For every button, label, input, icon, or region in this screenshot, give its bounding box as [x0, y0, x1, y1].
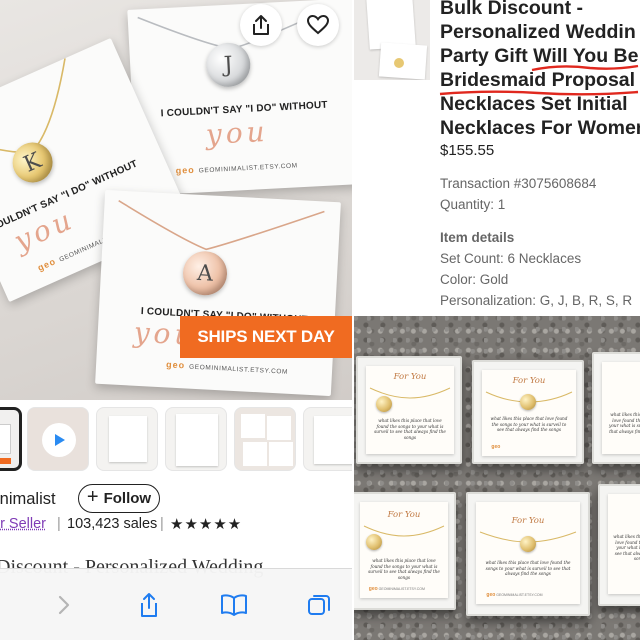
thumbnail-video[interactable] — [27, 407, 89, 471]
gift-card: For You what likes this place that love … — [476, 502, 580, 604]
gift-box: For You what likes this place that love … — [466, 492, 590, 616]
gift-box: what likes this place that love found th… — [592, 352, 640, 464]
pendant — [520, 536, 536, 552]
detail-color: Color: Gold — [440, 272, 509, 287]
sales-count: 103,423 sales — [67, 516, 158, 532]
gift-box-photo[interactable]: For You what likes this place that love … — [354, 316, 640, 640]
brand-url: GEOMINIMALIST.ETSY.COM — [496, 593, 543, 597]
product-card-a: A I COULDN'T SAY "I DO" WITHOUT you geoG… — [95, 189, 341, 397]
gift-card: For You what likes this place that love … — [360, 502, 448, 598]
bookmarks-icon — [221, 594, 247, 616]
brand-mark: geo — [165, 359, 186, 371]
forward-button[interactable] — [46, 587, 82, 623]
brand-mark: geo — [175, 164, 196, 176]
gift-card: what likes this place that love found th… — [608, 494, 640, 594]
transaction-number: Transaction #3075608684 — [440, 176, 597, 191]
gift-card-text: what likes this place that love found th… — [374, 418, 446, 440]
follow-button[interactable]: + Follow — [78, 484, 160, 513]
hero-image[interactable]: J I COULDN'T SAY "I DO" WITHOUT you geo G… — [0, 0, 352, 400]
order-thumbnail[interactable] — [354, 0, 430, 80]
detail-set-count: Set Count: 6 Necklaces — [440, 251, 582, 266]
thumbnail-packaging[interactable] — [234, 407, 296, 471]
browser-toolbar — [0, 568, 352, 640]
toolbar-share-button[interactable] — [131, 587, 167, 623]
tabs-icon — [308, 595, 330, 615]
listing-page: J I COULDN'T SAY "I DO" WITHOUT you geo G… — [0, 0, 352, 640]
title-line: Necklaces For Women — [440, 117, 640, 139]
separator: | — [160, 516, 164, 532]
gift-brand: geo GEOMINIMALIST.ETSY.COM — [486, 592, 542, 598]
brand-mark: geo — [486, 592, 496, 598]
thumbnail-card[interactable] — [96, 407, 158, 471]
seller-row: inimalist + Follow — [0, 484, 352, 514]
pendant — [366, 534, 382, 550]
gift-card-text: what likes this place that love found th… — [368, 558, 440, 580]
order-price: $155.55 — [440, 142, 495, 159]
gift-card-text: what likes this place that love found th… — [609, 412, 640, 434]
detail-personalization: Personalization: G, J, B, R, S, R — [440, 293, 633, 308]
brand-mark: geo — [491, 444, 501, 450]
pendant — [376, 396, 392, 412]
star-rating[interactable]: ★★★★★ — [170, 515, 242, 533]
rating-row: ar Seller | 103,423 sales | ★★★★★ — [0, 516, 352, 536]
gift-card: For You what likes this place that love … — [366, 366, 454, 454]
thumbnail-listing[interactable] — [0, 407, 22, 471]
brand-url: GEOMINIMALIST.ETSY.COM — [188, 363, 289, 376]
card-brand: geo GEOMINIMALIST.ETSY.COM — [166, 359, 288, 375]
brand-mark: geo — [36, 256, 58, 273]
favorite-button[interactable] — [297, 4, 339, 46]
forward-icon — [58, 595, 70, 615]
play-icon — [55, 434, 65, 446]
thumbnail-strip — [0, 407, 352, 475]
item-details-heading: Item details — [440, 230, 515, 245]
share-button[interactable] — [240, 4, 282, 46]
gift-card: For You what likes this place that love … — [482, 370, 576, 456]
follow-label: Follow — [103, 490, 152, 507]
share-icon — [141, 593, 157, 617]
gift-label: For You — [393, 372, 427, 382]
order-details: Bulk Discount - Personalized Weddin Part… — [354, 0, 640, 316]
title-line: Bulk Discount - — [440, 0, 584, 19]
gift-label: For You — [511, 516, 545, 526]
card-brand: geo GEOMINIMALIST.ETSY.COM — [176, 159, 298, 175]
bookmarks-button[interactable] — [216, 587, 252, 623]
shop-name[interactable]: inimalist — [0, 490, 56, 509]
gift-card: what likes this place that love found th… — [602, 362, 640, 454]
pendant — [520, 394, 536, 410]
gift-brand: geo — [491, 444, 500, 450]
brand-url: GEOMINIMALIST.ETSY.COM — [198, 162, 298, 175]
star-seller-label[interactable]: ar Seller — [0, 516, 46, 532]
heart-icon — [307, 15, 329, 35]
brand-mark: geo — [368, 586, 378, 592]
play-button[interactable] — [42, 423, 76, 457]
red-underline — [439, 90, 639, 96]
share-icon — [253, 15, 269, 35]
gift-label: For You — [387, 510, 421, 520]
gift-card-text: what likes this place that love found th… — [613, 534, 640, 561]
plus-icon: + — [86, 486, 99, 508]
thumbnail-info[interactable] — [165, 407, 227, 471]
gift-brand: geo GEOMINIMALIST.ETSY.COM — [369, 586, 425, 592]
gift-box: what likes this place that love found th… — [598, 484, 640, 606]
tabs-button[interactable] — [301, 587, 337, 623]
gift-card-text: what likes this place that love found th… — [490, 416, 568, 432]
card-script: you — [205, 114, 270, 152]
gift-box: For You what likes this place that love … — [356, 356, 462, 464]
gift-box: For You what likes this place that love … — [354, 492, 456, 610]
brand-url: GEOMINIMALIST.ETSY.COM — [378, 587, 425, 591]
gift-card-text: what likes this place that love found th… — [485, 560, 571, 576]
order-quantity: Quantity: 1 — [440, 197, 506, 212]
separator: | — [57, 516, 61, 532]
thumbnail-card-detail[interactable] — [303, 407, 352, 471]
gift-box: For You what likes this place that love … — [472, 360, 584, 464]
title-line: Personalized Weddin — [440, 21, 636, 43]
gift-label: For You — [512, 376, 546, 386]
ships-next-day-badge: SHIPS NEXT DAY — [180, 316, 352, 358]
red-underline — [531, 64, 639, 72]
